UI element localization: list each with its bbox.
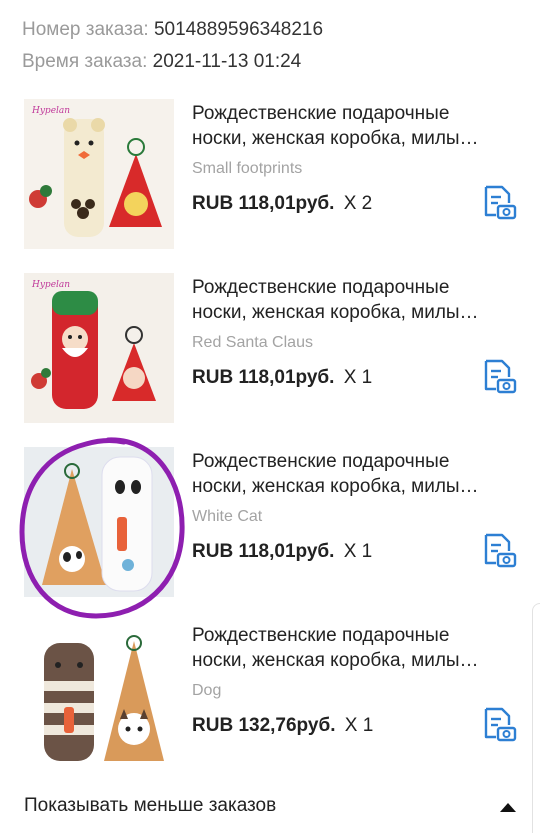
order-number-row: Номер заказа: 5014889596348216	[22, 19, 323, 41]
show-fewer-orders-toggle[interactable]: Показывать меньше заказов	[24, 795, 516, 821]
product-title-line1: Рождественские подарочные	[192, 451, 450, 472]
svg-text:Hypelan: Hypelan	[31, 106, 70, 116]
product-title-line2: носки, женская коробка, милы…	[192, 302, 479, 323]
document-camera-button[interactable]	[478, 703, 518, 743]
product-title[interactable]: Рождественские подарочные носки, женская…	[192, 623, 512, 673]
document-camera-icon	[484, 533, 517, 568]
product-price: RUB 118,01руб.	[192, 367, 335, 388]
product-title-line1: Рождественские подарочные	[192, 625, 450, 646]
price-row: RUB 132,76руб. X 1	[192, 715, 373, 737]
document-camera-button[interactable]	[478, 355, 518, 395]
product-title[interactable]: Рождественские подарочные носки, женская…	[192, 101, 512, 151]
socks-bear-photo: Hypelan	[24, 99, 174, 249]
order-item[interactable]: Рождественские подарочные носки, женская…	[0, 621, 540, 795]
scroll-edge[interactable]	[532, 603, 540, 833]
product-image[interactable]	[24, 621, 174, 771]
product-variant: White Cat	[192, 508, 263, 525]
price-row: RUB 118,01руб. X 2	[192, 193, 372, 215]
product-price: RUB 118,01руб.	[192, 193, 335, 214]
order-item[interactable]: Рождественские подарочные носки, женская…	[0, 447, 540, 621]
product-price: RUB 132,76руб.	[192, 715, 336, 736]
product-image[interactable]	[24, 447, 174, 597]
product-image[interactable]: Hypelan	[24, 273, 174, 423]
price-row: RUB 118,01руб. X 1	[192, 541, 372, 563]
product-title-line1: Рождественские подарочные	[192, 277, 450, 298]
product-price: RUB 118,01руб.	[192, 541, 335, 562]
document-camera-button[interactable]	[478, 181, 518, 221]
price-row: RUB 118,01руб. X 1	[192, 367, 372, 389]
order-item[interactable]: Hypelan Рождественские подарочные носки,…	[0, 99, 540, 273]
product-quantity: X 1	[343, 541, 373, 562]
document-camera-icon	[484, 359, 517, 394]
product-quantity: X 1	[344, 715, 374, 736]
product-title-line2: носки, женская коробка, милы…	[192, 476, 479, 497]
socks-white-cat-photo	[24, 447, 174, 597]
order-time-row: Время заказа: 2021-11-13 01:24	[22, 51, 301, 73]
product-variant: Red Santa Claus	[192, 334, 313, 351]
product-title[interactable]: Рождественские подарочные носки, женская…	[192, 275, 512, 325]
product-quantity: X 2	[343, 193, 373, 214]
order-number-value: 5014889596348216	[153, 19, 324, 40]
product-variant: Small footprints	[192, 160, 303, 177]
product-image[interactable]: Hypelan	[24, 99, 174, 249]
product-quantity: X 1	[343, 367, 373, 388]
order-time-label: Время заказа:	[22, 51, 148, 72]
product-title[interactable]: Рождественские подарочные носки, женская…	[192, 449, 512, 499]
order-item[interactable]: Hypelan Рождественские подарочные носки,…	[0, 273, 540, 447]
order-number-label: Номер заказа:	[22, 19, 149, 40]
product-title-line1: Рождественские подарочные	[192, 103, 450, 124]
socks-dog-photo	[24, 621, 174, 771]
product-title-line2: носки, женская коробка, милы…	[192, 128, 479, 149]
order-time-value: 2021-11-13 01:24	[152, 51, 302, 72]
document-camera-icon	[484, 707, 517, 742]
product-variant: Dog	[192, 682, 222, 699]
product-title-line2: носки, женская коробка, милы…	[192, 650, 479, 671]
document-camera-icon	[484, 185, 517, 220]
show-fewer-orders-label: Показывать меньше заказов	[24, 795, 277, 816]
document-camera-button[interactable]	[478, 529, 518, 569]
socks-santa-photo: Hypelan	[24, 273, 174, 423]
caret-up-icon	[500, 803, 516, 812]
svg-text:Hypelan: Hypelan	[31, 280, 70, 290]
